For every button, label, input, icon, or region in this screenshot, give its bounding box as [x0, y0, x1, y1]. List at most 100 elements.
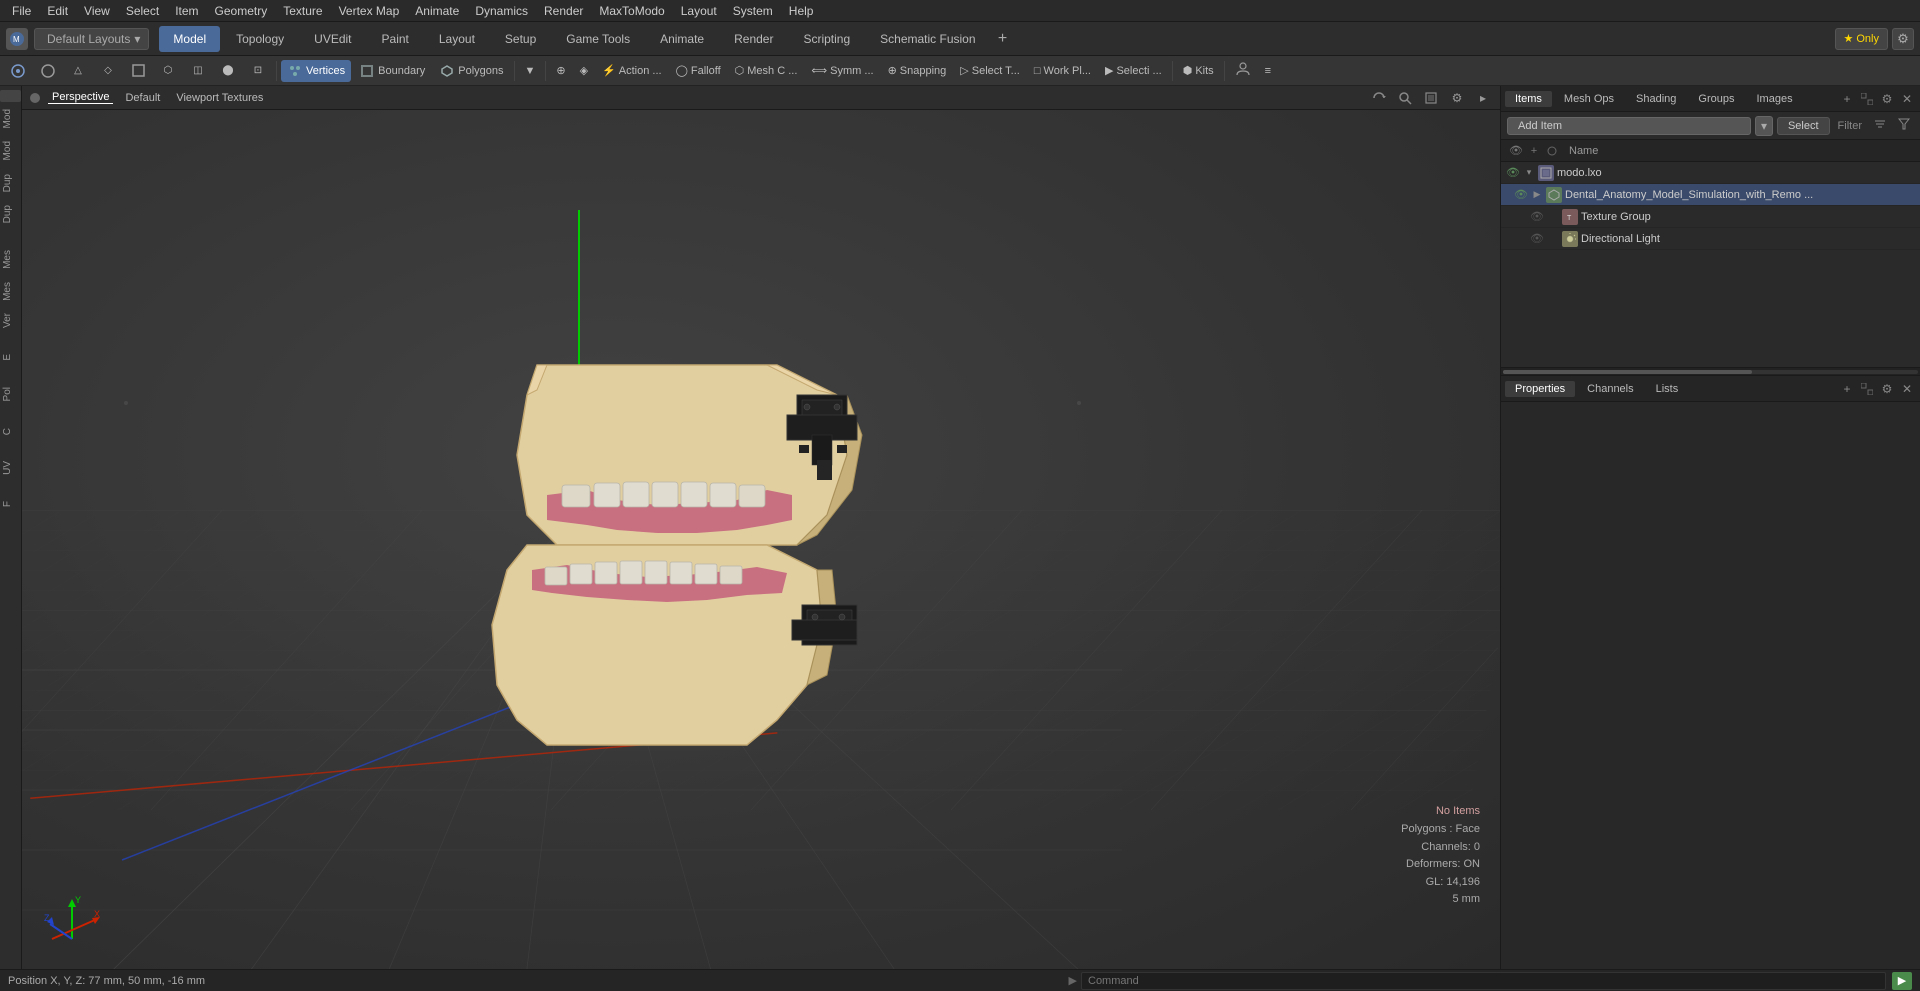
viewport-default-label[interactable]: Default [121, 92, 164, 104]
tool-diamond[interactable]: ◇ [94, 60, 122, 82]
star-button[interactable]: ★ Only [1835, 28, 1889, 50]
tree-row-modo-lxo[interactable]: 👁 ▾ modo.lxo [1501, 162, 1920, 184]
arrow-texture-group[interactable] [1547, 211, 1559, 223]
sidebar-tab-9[interactable] [0, 335, 21, 347]
tab-game-tools[interactable]: Game Tools [552, 26, 644, 52]
props-tab-lists[interactable]: Lists [1646, 381, 1689, 397]
viewport-rotate-icon[interactable] [1370, 89, 1388, 107]
sidebar-tab-ver[interactable]: Ver [0, 307, 21, 334]
tool-square[interactable] [124, 60, 152, 82]
filter-sort-icon[interactable] [1870, 116, 1890, 135]
panel-resize-icon[interactable] [1858, 90, 1876, 108]
viewport-fit-icon[interactable] [1422, 89, 1440, 107]
command-input[interactable] [1081, 972, 1886, 990]
menu-select[interactable]: Select [118, 2, 167, 20]
sidebar-tab-17[interactable] [0, 482, 21, 494]
tree-row-directional-light[interactable]: 👁 Directional Light [1501, 228, 1920, 250]
tab-animate[interactable]: Animate [646, 26, 718, 52]
tool-selection[interactable]: ▶ Selecti ... [1099, 60, 1168, 82]
tree-row-dental-mesh[interactable]: 👁 ▶ Dental_Anatomy_Model_Simulation_with… [1501, 184, 1920, 206]
tool-symmetry[interactable]: ⟺ Symm ... [805, 60, 879, 82]
scroll-thumb[interactable] [1503, 370, 1752, 374]
sidebar-tab-mes1[interactable]: Mes [0, 244, 21, 275]
sidebar-tab-mod2[interactable]: Mod [0, 135, 21, 166]
tool-split[interactable]: ◫ [184, 60, 212, 82]
eye-texture-group[interactable]: 👁 [1529, 209, 1545, 225]
menu-render[interactable]: Render [536, 2, 591, 20]
panel-tab-groups[interactable]: Groups [1688, 91, 1744, 107]
tool-action[interactable]: ⚡ Action ... [596, 60, 668, 82]
tool-user[interactable] [1229, 60, 1257, 82]
tool-plus-circle[interactable]: ⊕ [550, 60, 571, 82]
sidebar-tab-dup2[interactable]: Dup [0, 199, 21, 229]
menu-help[interactable]: Help [781, 2, 822, 20]
menu-file[interactable]: File [4, 2, 39, 20]
arrow-directional-light[interactable] [1547, 233, 1559, 245]
viewport-settings-icon[interactable]: ⚙ [1448, 89, 1466, 107]
sidebar-tab-f[interactable]: F [0, 495, 21, 513]
col-eye-icon[interactable]: 👁 [1507, 142, 1525, 160]
tree-row-texture-group[interactable]: 👁 T Texture Group [1501, 206, 1920, 228]
panel-close-icon[interactable]: ✕ [1898, 90, 1916, 108]
panel-tab-mesh-ops[interactable]: Mesh Ops [1554, 91, 1624, 107]
props-settings-icon[interactable]: ⚙ [1878, 380, 1896, 398]
viewport-textures-label[interactable]: Viewport Textures [172, 92, 267, 104]
tab-render[interactable]: Render [720, 26, 787, 52]
scene-canvas[interactable]: No Items Polygons : Face Channels: 0 Def… [22, 110, 1500, 969]
panel-tab-items[interactable]: Items [1505, 91, 1552, 107]
settings-gear-button[interactable]: ⚙ [1892, 28, 1914, 50]
tab-scripting[interactable]: Scripting [789, 26, 864, 52]
tab-schematic-fusion[interactable]: Schematic Fusion [866, 26, 989, 52]
tool-falloff[interactable]: ◯ Falloff [670, 60, 727, 82]
tool-boundary[interactable]: Boundary [353, 60, 431, 82]
sidebar-tab-dup1[interactable]: Dup [0, 168, 21, 198]
panel-add-tab-button[interactable]: + [1838, 90, 1856, 108]
sidebar-tab-e[interactable]: E [0, 348, 21, 367]
tab-setup[interactable]: Setup [491, 26, 550, 52]
tool-snapping[interactable]: ⊕ Snapping [882, 60, 953, 82]
sidebar-tab-1[interactable] [0, 90, 21, 102]
eye-dental-mesh[interactable]: 👁 [1513, 187, 1529, 203]
menu-maxtomodo[interactable]: MaxToModo [591, 2, 672, 20]
command-run-button[interactable]: ▶ [1892, 972, 1912, 990]
eye-directional-light[interactable]: 👁 [1529, 231, 1545, 247]
tool-mesh-c[interactable]: ⬡ Mesh C ... [729, 60, 804, 82]
props-tab-properties[interactable]: Properties [1505, 381, 1575, 397]
menu-layout[interactable]: Layout [673, 2, 725, 20]
tab-uvedit[interactable]: UVEdit [300, 26, 365, 52]
sidebar-tab-mes2[interactable]: Mes [0, 276, 21, 307]
add-item-dropdown[interactable]: ▾ [1755, 116, 1773, 136]
menu-item[interactable]: Item [167, 2, 206, 20]
menu-vertex-map[interactable]: Vertex Map [331, 2, 408, 20]
viewport-zoom-icon[interactable] [1396, 89, 1414, 107]
menu-edit[interactable]: Edit [39, 2, 76, 20]
tab-topology[interactable]: Topology [222, 26, 298, 52]
sidebar-tab-pol[interactable]: Pol [0, 381, 21, 407]
menu-texture[interactable]: Texture [275, 2, 330, 20]
props-tab-channels[interactable]: Channels [1577, 381, 1643, 397]
tool-menu[interactable]: ≡ [1259, 60, 1277, 82]
add-tab-button[interactable]: + [992, 28, 1014, 50]
sidebar-tab-uv[interactable]: UV [0, 455, 21, 481]
panel-tab-images[interactable]: Images [1747, 91, 1803, 107]
sidebar-tab-mod1[interactable]: Mod [0, 103, 21, 134]
tab-layout[interactable]: Layout [425, 26, 489, 52]
items-scrollbar[interactable] [1501, 367, 1920, 375]
menu-view[interactable]: View [76, 2, 118, 20]
tool-triangle[interactable]: △ [64, 60, 92, 82]
tool-target[interactable]: ◈ [574, 60, 594, 82]
filter-funnel-icon[interactable] [1894, 116, 1914, 135]
props-add-tab-button[interactable]: + [1838, 380, 1856, 398]
tool-modo-icon[interactable] [4, 60, 32, 82]
sidebar-tab-13[interactable] [0, 409, 21, 421]
viewport-perspective-label[interactable]: Perspective [48, 91, 113, 104]
tool-kits[interactable]: ⬢ Kits [1177, 60, 1220, 82]
viewport-menu-icon[interactable]: ▸ [1474, 89, 1492, 107]
tool-hexagon[interactable]: ⬡ [154, 60, 182, 82]
menu-system[interactable]: System [725, 2, 781, 20]
add-item-button[interactable]: Add Item [1507, 117, 1751, 135]
viewport-dot[interactable] [30, 93, 40, 103]
eye-modo-lxo[interactable]: 👁 [1505, 165, 1521, 181]
scroll-track[interactable] [1503, 370, 1918, 374]
panel-settings-icon[interactable]: ⚙ [1878, 90, 1896, 108]
